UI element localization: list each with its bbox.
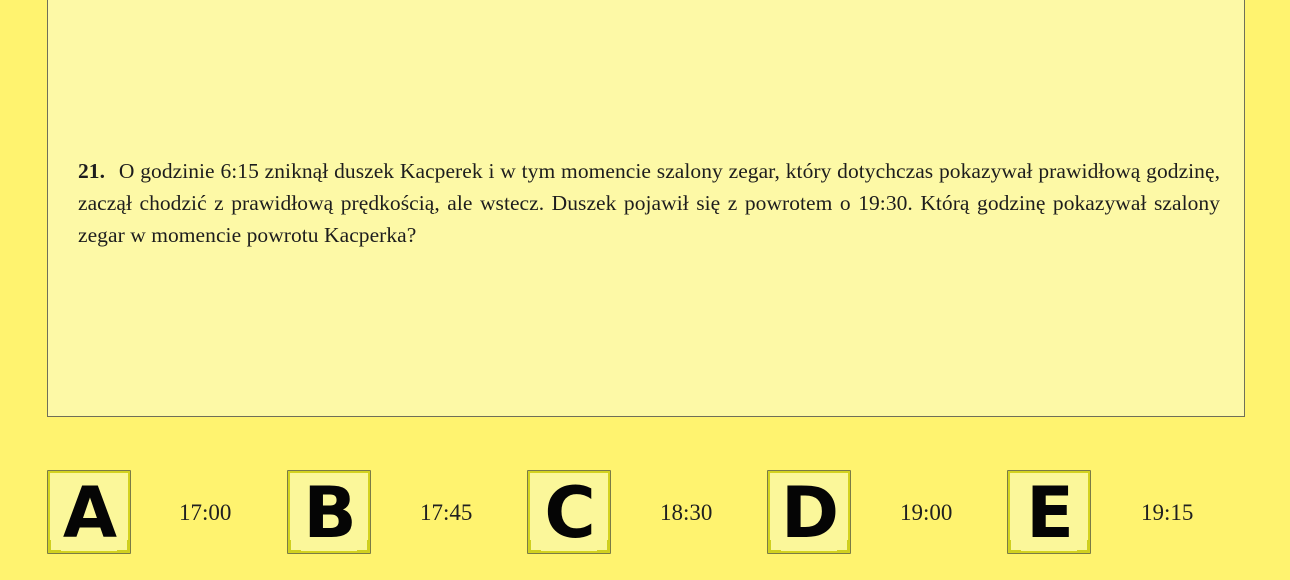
question-panel: 21. O godzinie 6:15 zniknął duszek Kacpe… (47, 0, 1245, 417)
answer-letter: A (62, 472, 118, 554)
question-text-block: 21. O godzinie 6:15 zniknął duszek Kacpe… (78, 155, 1220, 251)
answer-value: 17:00 (179, 500, 232, 525)
answer-value: 17:45 (420, 500, 473, 525)
question-number: 21. (78, 159, 106, 183)
answer-letter: E (1026, 472, 1074, 554)
answer-letter: B (303, 472, 357, 554)
answer-letter-box[interactable]: B (287, 470, 371, 554)
answer-letter-box[interactable]: A (47, 470, 131, 554)
answer-value: 18:30 (660, 500, 713, 525)
question-text: O godzinie 6:15 zniknął duszek Kacperek … (78, 159, 1220, 247)
answer-value: 19:15 (1141, 500, 1194, 525)
answer-letter: C (544, 472, 596, 554)
answer-letter-box[interactable]: E (1007, 470, 1091, 554)
answer-letter-box[interactable]: D (767, 470, 851, 554)
answer-value: 19:00 (900, 500, 953, 525)
answer-letter-box[interactable]: C (527, 470, 611, 554)
answer-letter: D (780, 472, 840, 554)
